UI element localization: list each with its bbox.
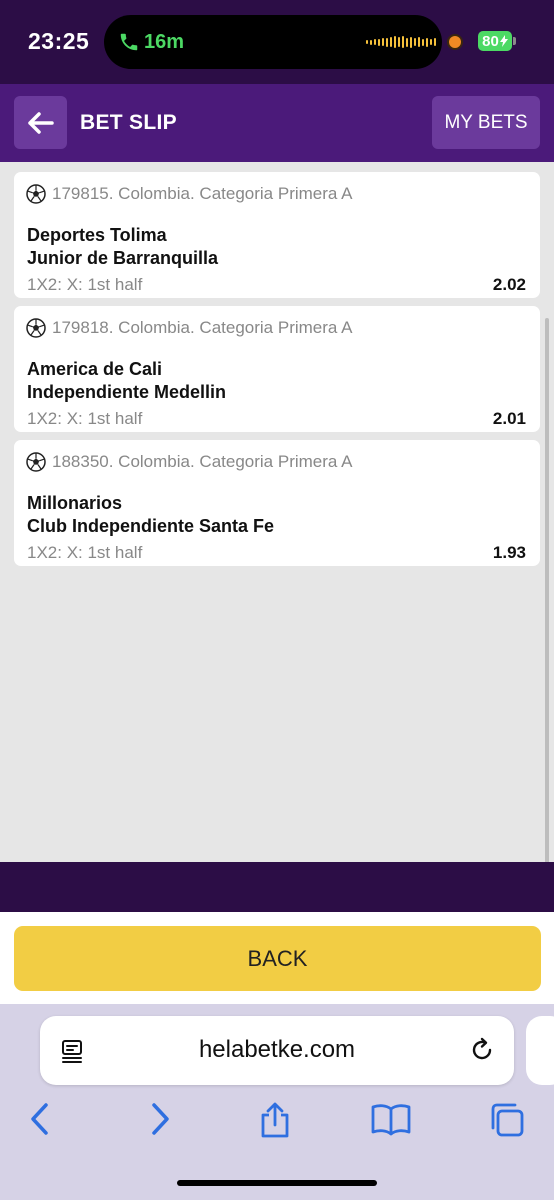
scrollbar[interactable] bbox=[545, 318, 549, 918]
back-chevron-icon[interactable] bbox=[28, 1101, 52, 1142]
event-title: 179818. Colombia. Categoria Primera A bbox=[52, 318, 353, 337]
my-bets-button[interactable]: MY BETS bbox=[432, 96, 540, 149]
page-title: BET SLIP bbox=[80, 111, 177, 134]
back-button[interactable]: BACK bbox=[14, 926, 541, 991]
next-tab-peek[interactable] bbox=[526, 1016, 554, 1085]
away-team: Independiente Medellin bbox=[27, 382, 227, 402]
phone-icon bbox=[118, 31, 140, 53]
status-time: 23:25 bbox=[28, 28, 90, 54]
battery-level: 80 bbox=[482, 32, 499, 50]
odds-value: 2.01 bbox=[492, 409, 526, 428]
app-header: BET SLIP MY BETS bbox=[0, 84, 554, 162]
bet-card[interactable]: 179818. Colombia. Categoria Primera A Am… bbox=[14, 306, 540, 432]
battery-icon: 80 bbox=[478, 31, 512, 51]
address-bar[interactable]: helabetke.com bbox=[40, 1016, 514, 1085]
footer-band bbox=[0, 862, 554, 912]
call-indicator: 16m bbox=[118, 27, 184, 57]
forward-chevron-icon[interactable] bbox=[148, 1101, 172, 1142]
home-indicator[interactable] bbox=[177, 1180, 377, 1186]
url-text: helabetke.com bbox=[198, 1036, 356, 1063]
home-team: Deportes Tolima bbox=[27, 225, 167, 245]
market-selection: 1X2: X: 1st half bbox=[27, 409, 143, 428]
soccer-ball-icon bbox=[26, 184, 46, 204]
tabs-overview-icon[interactable] bbox=[488, 1101, 528, 1144]
home-team: America de Cali bbox=[27, 359, 163, 379]
odds-value: 1.93 bbox=[492, 543, 526, 562]
market-selection: 1X2: X: 1st half bbox=[27, 543, 143, 562]
back-arrow-button[interactable] bbox=[14, 96, 67, 149]
share-icon[interactable] bbox=[258, 1101, 292, 1144]
audio-wave-icon bbox=[366, 35, 436, 49]
soccer-ball-icon bbox=[26, 318, 46, 338]
battery-tip bbox=[513, 37, 516, 45]
away-team: Club Independiente Santa Fe bbox=[27, 516, 275, 536]
home-team: Millonarios bbox=[27, 493, 123, 513]
bet-card[interactable]: 188350. Colombia. Categoria Primera A Mi… bbox=[14, 440, 540, 566]
soccer-ball-icon bbox=[26, 452, 46, 472]
reload-icon[interactable] bbox=[468, 1036, 496, 1069]
market-selection: 1X2: X: 1st half bbox=[27, 275, 143, 294]
event-header: 188350. Colombia. Categoria Primera A bbox=[26, 452, 353, 472]
recording-indicator-icon bbox=[449, 36, 461, 48]
event-header: 179818. Colombia. Categoria Primera A bbox=[26, 318, 353, 338]
event-title: 188350. Colombia. Categoria Primera A bbox=[52, 452, 353, 471]
status-bar: 23:25 16m 80 bbox=[0, 0, 554, 84]
event-header: 179815. Colombia. Categoria Primera A bbox=[26, 184, 353, 204]
arrow-left-icon bbox=[27, 111, 54, 134]
odds-value: 2.02 bbox=[492, 275, 526, 294]
bookmarks-icon[interactable] bbox=[370, 1101, 412, 1142]
away-team: Junior de Barranquilla bbox=[27, 248, 219, 268]
bet-card[interactable]: 179815. Colombia. Categoria Primera A De… bbox=[14, 172, 540, 298]
event-title: 179815. Colombia. Categoria Primera A bbox=[52, 184, 353, 203]
dynamic-island[interactable]: 16m bbox=[104, 15, 442, 69]
call-duration: 16m bbox=[144, 30, 185, 53]
bet-slip-list: 179815. Colombia. Categoria Primera A De… bbox=[0, 162, 554, 862]
bottom-action-area: BACK bbox=[0, 912, 554, 1004]
browser-chrome: helabetke.com bbox=[0, 1004, 554, 1200]
